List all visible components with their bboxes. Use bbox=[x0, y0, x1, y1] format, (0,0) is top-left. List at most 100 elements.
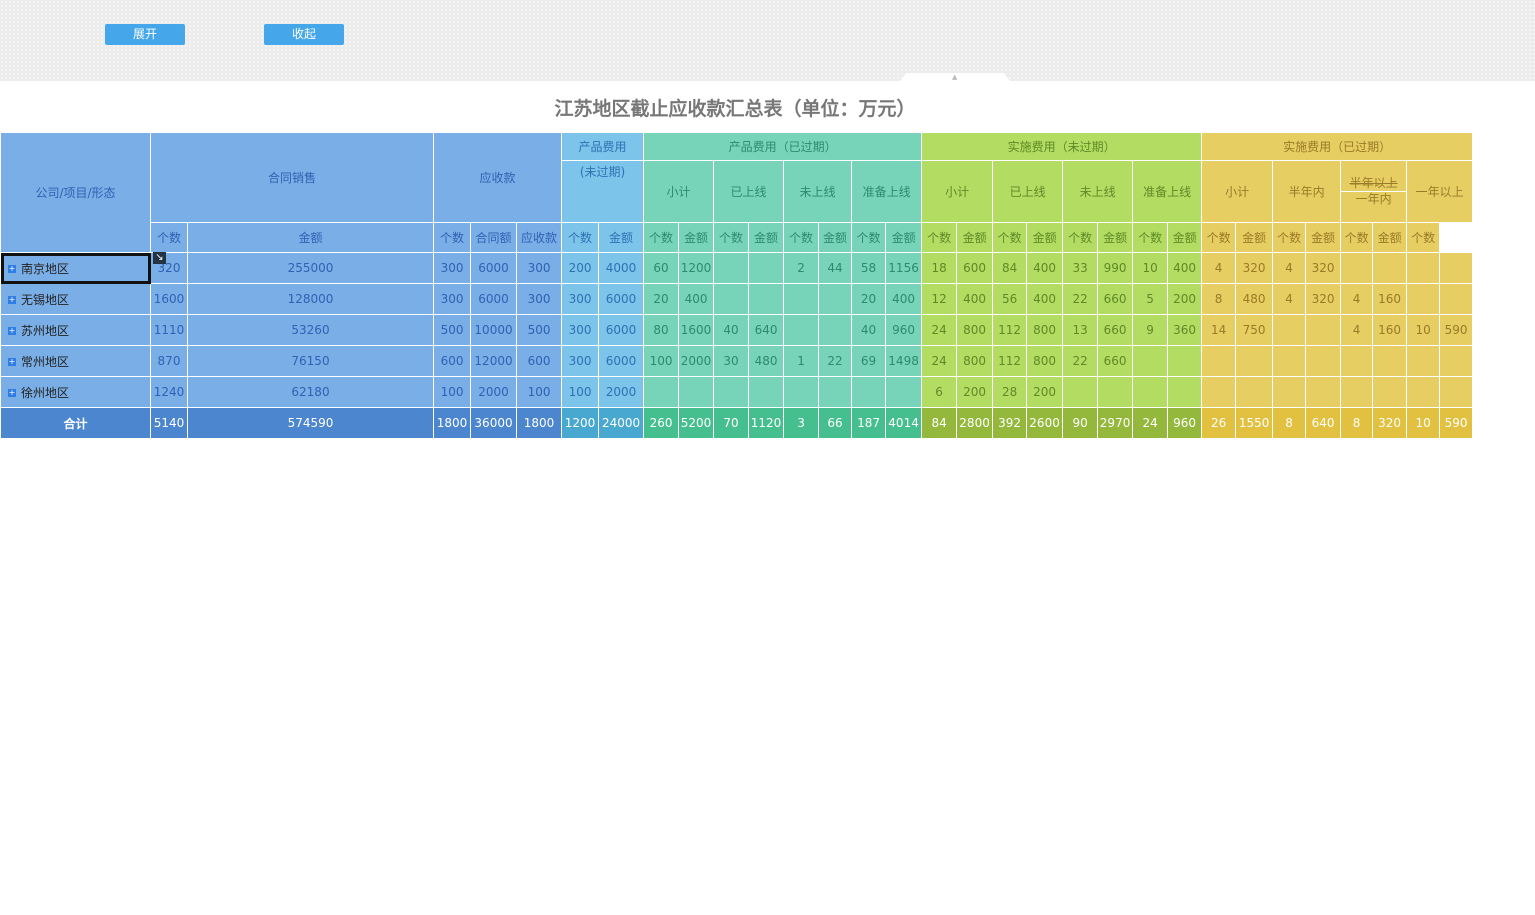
data-cell[interactable] bbox=[713, 283, 750, 315]
data-cell[interactable]: 320 bbox=[1235, 252, 1274, 284]
data-cell[interactable] bbox=[1167, 376, 1203, 408]
region-cell[interactable]: + 南京地区 bbox=[0, 252, 151, 284]
data-cell[interactable]: 4 bbox=[1272, 252, 1307, 284]
data-cell[interactable] bbox=[1167, 345, 1203, 377]
data-cell[interactable]: 660 bbox=[1097, 314, 1134, 346]
data-cell[interactable]: 100 bbox=[516, 376, 563, 408]
data-cell[interactable] bbox=[748, 283, 785, 315]
data-cell[interactable]: 4 bbox=[1272, 283, 1307, 315]
data-cell[interactable] bbox=[1340, 252, 1374, 284]
data-cell[interactable]: 14 bbox=[1201, 314, 1237, 346]
data-cell[interactable] bbox=[748, 252, 785, 284]
data-cell[interactable]: 53260 bbox=[186, 314, 435, 346]
data-cell[interactable] bbox=[1305, 376, 1342, 408]
data-cell[interactable] bbox=[783, 283, 820, 315]
expand-plus-icon[interactable]: + bbox=[8, 327, 16, 335]
data-cell[interactable]: 100 bbox=[643, 345, 680, 377]
data-cell[interactable]: 200 bbox=[1026, 376, 1064, 408]
data-cell[interactable] bbox=[818, 314, 853, 346]
data-cell[interactable]: 800 bbox=[956, 345, 994, 377]
data-cell[interactable]: 200 bbox=[1167, 283, 1203, 315]
data-cell[interactable]: 400 bbox=[678, 283, 715, 315]
data-cell[interactable]: 8 bbox=[1201, 283, 1237, 315]
region-cell[interactable]: + 苏州地区 bbox=[0, 314, 151, 346]
data-cell[interactable]: 60 bbox=[643, 252, 680, 284]
data-cell[interactable]: 40 bbox=[851, 314, 887, 346]
data-cell[interactable]: 400 bbox=[1026, 283, 1064, 315]
data-cell[interactable] bbox=[1406, 345, 1441, 377]
data-cell[interactable]: 76150 bbox=[186, 345, 435, 377]
data-cell[interactable]: 84 bbox=[992, 252, 1028, 284]
data-cell[interactable]: 300 bbox=[433, 283, 472, 315]
data-cell[interactable]: 13 bbox=[1062, 314, 1099, 346]
data-cell[interactable]: 400 bbox=[1026, 252, 1064, 284]
expand-plus-icon[interactable]: + bbox=[8, 296, 16, 304]
data-cell[interactable] bbox=[1372, 376, 1408, 408]
expand-plus-icon[interactable]: + bbox=[8, 389, 16, 397]
data-cell[interactable]: 58 bbox=[851, 252, 887, 284]
data-cell[interactable]: 1498 bbox=[885, 345, 923, 377]
data-cell[interactable] bbox=[885, 376, 923, 408]
data-cell[interactable]: 2 bbox=[783, 252, 820, 284]
data-cell[interactable]: 300 bbox=[561, 345, 600, 377]
data-cell[interactable]: 28 bbox=[992, 376, 1028, 408]
data-cell[interactable]: 500 bbox=[433, 314, 472, 346]
data-cell[interactable]: 6000 bbox=[470, 283, 518, 315]
data-cell[interactable]: 6000 bbox=[598, 283, 645, 315]
data-cell[interactable] bbox=[1340, 376, 1374, 408]
data-cell[interactable]: 2000 bbox=[598, 376, 645, 408]
data-cell[interactable]: 10 bbox=[1132, 252, 1169, 284]
data-cell[interactable] bbox=[1132, 376, 1169, 408]
data-cell[interactable] bbox=[1305, 314, 1342, 346]
data-cell[interactable] bbox=[1406, 283, 1441, 315]
data-cell[interactable] bbox=[783, 314, 820, 346]
data-cell[interactable]: 44 bbox=[818, 252, 853, 284]
data-cell[interactable] bbox=[1372, 252, 1408, 284]
expand-arrow-icon[interactable]: ↘ bbox=[153, 252, 166, 264]
data-cell[interactable]: 500 bbox=[516, 314, 563, 346]
data-cell[interactable]: 1 bbox=[783, 345, 820, 377]
region-cell[interactable]: + 常州地区 bbox=[0, 345, 151, 377]
data-cell[interactable] bbox=[1439, 252, 1474, 284]
data-cell[interactable] bbox=[1235, 345, 1274, 377]
data-cell[interactable]: 400 bbox=[956, 283, 994, 315]
data-cell[interactable] bbox=[1439, 283, 1474, 315]
data-cell[interactable]: 960 bbox=[885, 314, 923, 346]
data-cell[interactable] bbox=[713, 376, 750, 408]
data-cell[interactable] bbox=[1062, 376, 1099, 408]
data-cell[interactable]: 300 bbox=[561, 314, 600, 346]
data-cell[interactable]: 100 bbox=[561, 376, 600, 408]
data-cell[interactable]: 320 bbox=[1305, 283, 1342, 315]
data-cell[interactable]: 6000 bbox=[470, 252, 518, 284]
data-cell[interactable]: 4 bbox=[1340, 283, 1374, 315]
data-cell[interactable] bbox=[1272, 345, 1307, 377]
data-cell[interactable]: 2000 bbox=[678, 345, 715, 377]
data-cell[interactable]: 4 bbox=[1340, 314, 1374, 346]
data-cell[interactable]: 4 bbox=[1201, 252, 1237, 284]
data-cell[interactable]: 660 bbox=[1097, 283, 1134, 315]
data-cell[interactable] bbox=[818, 283, 853, 315]
data-cell[interactable]: 5 bbox=[1132, 283, 1169, 315]
data-cell[interactable] bbox=[1201, 376, 1237, 408]
data-cell[interactable] bbox=[643, 376, 680, 408]
data-cell[interactable] bbox=[678, 376, 715, 408]
expand-button[interactable]: 展开 bbox=[105, 24, 185, 45]
data-cell[interactable]: 590 bbox=[1439, 314, 1474, 346]
data-cell[interactable]: 750 bbox=[1235, 314, 1274, 346]
data-cell[interactable]: 400 bbox=[1167, 252, 1203, 284]
data-cell[interactable]: 30 bbox=[713, 345, 750, 377]
data-cell[interactable] bbox=[1439, 345, 1474, 377]
data-cell[interactable]: 9 bbox=[1132, 314, 1169, 346]
data-cell[interactable]: 300 bbox=[561, 283, 600, 315]
data-cell[interactable]: 2000 bbox=[470, 376, 518, 408]
data-cell[interactable]: 300 bbox=[433, 252, 472, 284]
data-cell[interactable]: 800 bbox=[1026, 345, 1064, 377]
region-cell[interactable]: + 徐州地区 bbox=[0, 376, 151, 408]
data-cell[interactable] bbox=[1406, 252, 1441, 284]
data-cell[interactable]: 160 bbox=[1372, 283, 1408, 315]
data-cell[interactable]: 6000 bbox=[598, 345, 645, 377]
data-cell[interactable] bbox=[1340, 345, 1374, 377]
data-cell[interactable] bbox=[748, 376, 785, 408]
data-cell[interactable]: 1110 bbox=[150, 314, 188, 346]
data-cell[interactable]: 12 bbox=[921, 283, 958, 315]
